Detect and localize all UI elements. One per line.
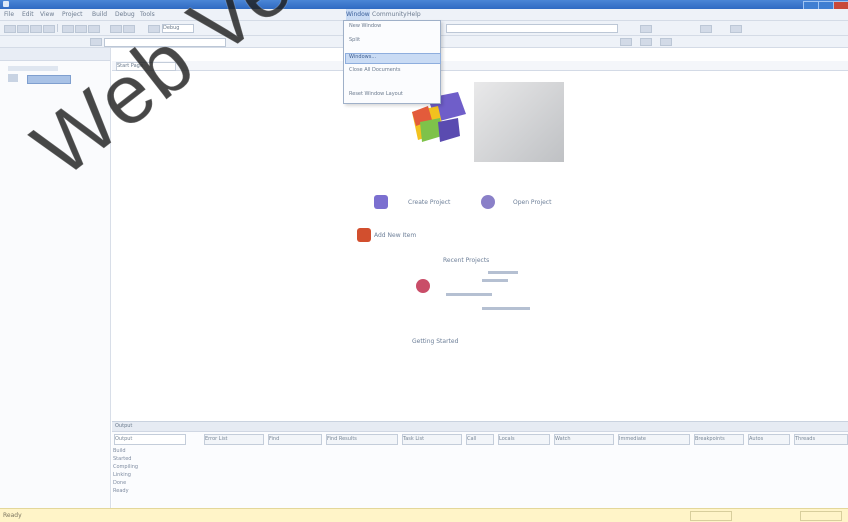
open-project-icon [481, 195, 495, 209]
window-menu-dropdown: New Window Split Windows... Close All Do… [343, 20, 441, 104]
cut-icon[interactable] [62, 25, 74, 33]
tab-task-list[interactable]: Task List [402, 434, 462, 445]
tab-threads[interactable]: Threads [794, 434, 848, 445]
tab-immediate[interactable]: Immediate [618, 434, 690, 445]
document-tab-strip: Start Page [112, 61, 848, 71]
status-cell [800, 511, 842, 521]
status-cell [690, 511, 732, 521]
menu-window[interactable]: Window [346, 9, 370, 20]
add-item-icon[interactable] [17, 25, 29, 33]
output-line: Build [113, 448, 126, 454]
menu-tools[interactable]: Tools [140, 9, 155, 20]
tab-output[interactable]: Output [114, 434, 186, 445]
find-icon[interactable] [640, 25, 652, 33]
recent-item[interactable] [482, 279, 508, 282]
save-icon[interactable] [43, 25, 55, 33]
menu-project[interactable]: Project [62, 9, 83, 20]
toolbar-separator [57, 24, 58, 32]
app-icon [3, 1, 9, 7]
recent-item[interactable] [446, 293, 492, 296]
panel-header [0, 48, 110, 61]
add-item-link[interactable]: Add New Item [374, 232, 416, 239]
copy-icon[interactable] [75, 25, 87, 33]
output-panel-title: Output [115, 423, 133, 429]
toolbar2-icon[interactable] [640, 38, 652, 46]
undo-icon[interactable] [110, 25, 122, 33]
recent-item[interactable] [482, 307, 530, 310]
menu-item-split[interactable]: Split [349, 37, 360, 43]
banner-background [474, 82, 564, 162]
menu-item-windows[interactable]: Windows... [349, 54, 376, 60]
output-panel: Output Output Error List Find Find Resul… [112, 421, 848, 509]
tab-autos[interactable]: Autos [748, 434, 790, 445]
status-text: Ready [3, 512, 22, 519]
title-bar [0, 0, 848, 10]
menu-view[interactable]: View [40, 9, 54, 20]
toolbar2-combo[interactable] [104, 38, 226, 47]
add-item-icon [357, 228, 371, 242]
tab-watch[interactable]: Watch [554, 434, 614, 445]
output-line: Done [113, 480, 127, 486]
solution-explorer-icon[interactable] [700, 25, 712, 33]
recent-projects-icon [416, 279, 430, 293]
new-project-icon[interactable] [4, 25, 16, 33]
menu-debug[interactable]: Debug [115, 9, 135, 20]
recent-item[interactable] [488, 271, 518, 274]
output-tab-strip: Output Error List Find Find Results Task… [112, 434, 848, 445]
menu-item-close-all[interactable]: Close All Documents [349, 67, 401, 73]
create-project-icon [374, 195, 388, 209]
menu-build[interactable]: Build [92, 9, 107, 20]
tab-breakpoints[interactable]: Breakpoints [694, 434, 744, 445]
folder-icon [8, 74, 18, 82]
menu-item-new-window[interactable]: New Window [349, 23, 381, 29]
tree-root-item[interactable] [8, 66, 58, 71]
open-project-link[interactable]: Open Project [513, 199, 551, 206]
recent-projects-heading: Recent Projects [443, 257, 490, 264]
open-icon[interactable] [30, 25, 42, 33]
output-line: Compiling [113, 464, 139, 470]
tree-selected-item[interactable] [27, 75, 71, 84]
config-combo[interactable]: Debug [162, 24, 194, 33]
getting-started-link[interactable]: Getting Started [412, 338, 458, 345]
toolbar2-icon[interactable] [620, 38, 632, 46]
status-bar: Ready [0, 508, 848, 522]
tab-start-page[interactable]: Start Page [116, 62, 176, 71]
output-line: Linking [113, 472, 131, 478]
solution-explorer-panel [0, 48, 111, 508]
menu-item-reset-layout[interactable]: Reset Window Layout [349, 91, 403, 97]
start-debug-icon[interactable] [148, 25, 160, 33]
find-combo[interactable] [446, 24, 618, 33]
tab-call[interactable]: Call [466, 434, 494, 445]
redo-icon[interactable] [123, 25, 135, 33]
paste-icon[interactable] [88, 25, 100, 33]
output-line: Ready [113, 488, 129, 494]
tab-locals[interactable]: Locals [498, 434, 550, 445]
create-project-link[interactable]: Create Project [408, 199, 450, 206]
toolbar2-icon[interactable] [660, 38, 672, 46]
output-line: Started [113, 456, 132, 462]
menu-file[interactable]: File [4, 9, 14, 20]
tab-find-results[interactable]: Find Results [326, 434, 398, 445]
toolbar2-icon[interactable] [90, 38, 102, 46]
menu-community[interactable]: Community [372, 9, 407, 20]
tab-find[interactable]: Find [268, 434, 322, 445]
menu-help[interactable]: Help [407, 9, 421, 20]
tab-error-list[interactable]: Error List [204, 434, 264, 445]
properties-icon[interactable] [730, 25, 742, 33]
menu-edit[interactable]: Edit [22, 9, 34, 20]
output-panel-header: Output [112, 422, 848, 432]
